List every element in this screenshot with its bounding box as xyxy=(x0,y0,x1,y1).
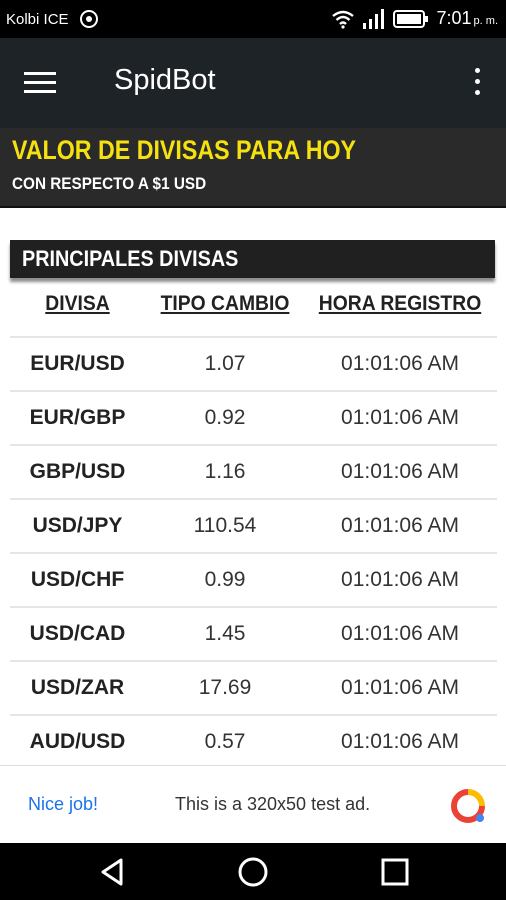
battery-icon xyxy=(392,9,428,28)
carrier-label: Kolbi ICE xyxy=(6,10,69,28)
ad-banner[interactable]: Nice job! This is a 320x50 test ad. xyxy=(0,765,506,844)
table-row: AUD/USD 0.57 01:01:06 AM xyxy=(10,714,497,770)
rate-cell: 110.54 xyxy=(193,514,257,537)
column-header-divisa: DIVISA xyxy=(45,292,110,315)
table-row: USD/CHF 0.99 01:01:06 AM xyxy=(10,552,497,606)
table-row: USD/JPY 110.54 01:01:06 AM xyxy=(10,498,497,552)
app-bar: SpidBot xyxy=(0,38,506,128)
app-title: SpidBot xyxy=(114,64,216,96)
system-nav-bar xyxy=(0,843,506,900)
clock-time: 7:01 xyxy=(436,8,472,28)
time-cell: 01:01:06 AM xyxy=(341,406,459,429)
table-row: USD/ZAR 17.69 01:01:06 AM xyxy=(10,660,497,714)
status-bar: Kolbi ICE 7:01 p. m. xyxy=(0,0,506,38)
rate-cell: 0.99 xyxy=(204,568,246,591)
pair-cell: AUD/USD xyxy=(29,730,126,753)
more-options-button[interactable] xyxy=(470,68,484,102)
time-cell: 01:01:06 AM xyxy=(341,514,459,537)
table-row: USD/CAD 1.45 01:01:06 AM xyxy=(10,606,497,660)
home-icon[interactable] xyxy=(235,855,271,889)
rate-cell: 0.57 xyxy=(204,730,246,753)
rate-cell: 1.16 xyxy=(204,460,246,483)
ad-nice-job-label: Nice job! xyxy=(28,794,99,814)
header-banner: VALOR DE DIVISAS PARA HOY CON RESPECTO A… xyxy=(0,128,506,208)
ad-text: This is a 320x50 test ad. xyxy=(175,794,371,814)
currency-table: EUR/USD 1.07 01:01:06 AM EUR/GBP 0.92 01… xyxy=(10,336,497,770)
time-cell: 01:01:06 AM xyxy=(341,460,459,483)
clock-ampm: p. m. xyxy=(473,15,498,27)
table-row: EUR/USD 1.07 01:01:06 AM xyxy=(10,336,497,390)
wifi-icon xyxy=(331,10,354,29)
pair-cell: USD/JPY xyxy=(32,514,123,537)
column-header-hora-registro: HORA REGISTRO xyxy=(318,292,482,315)
more-vert-icon xyxy=(474,68,480,73)
pair-cell: EUR/USD xyxy=(30,352,125,375)
banner-title: VALOR DE DIVISAS PARA HOY xyxy=(12,135,357,165)
pair-cell: EUR/GBP xyxy=(29,406,126,429)
time-cell: 01:01:06 AM xyxy=(341,568,459,591)
banner-subtitle: CON RESPECTO A $1 USD xyxy=(12,174,207,193)
rate-cell: 1.45 xyxy=(204,622,246,645)
time-cell: 01:01:06 AM xyxy=(341,622,459,645)
pair-cell: USD/CAD xyxy=(29,622,126,645)
time-cell: 01:01:06 AM xyxy=(341,676,459,699)
recents-icon[interactable] xyxy=(376,855,412,889)
menu-button[interactable] xyxy=(24,66,64,100)
clock: 7:01 p. m. xyxy=(437,8,499,29)
menu-icon xyxy=(24,72,56,75)
pair-cell: USD/ZAR xyxy=(30,676,125,699)
pair-cell: USD/CHF xyxy=(30,568,125,591)
section-header: PRINCIPALES DIVISAS xyxy=(10,240,495,278)
column-header-tipo-cambio: TIPO CAMBIO xyxy=(160,292,290,315)
rate-cell: 0.92 xyxy=(204,406,246,429)
rate-cell: 1.07 xyxy=(204,352,246,375)
hotspot-icon xyxy=(79,10,98,28)
status-right: 7:01 p. m. xyxy=(331,8,499,29)
time-cell: 01:01:06 AM xyxy=(341,730,459,753)
section-title: PRINCIPALES DIVISAS xyxy=(22,246,239,271)
ad-logo-icon[interactable] xyxy=(448,786,488,826)
status-left: Kolbi ICE xyxy=(6,9,99,29)
signal-icon xyxy=(362,8,384,29)
table-row: GBP/USD 1.16 01:01:06 AM xyxy=(10,444,497,498)
back-icon[interactable] xyxy=(95,855,131,889)
time-cell: 01:01:06 AM xyxy=(341,352,459,375)
rate-cell: 17.69 xyxy=(198,676,252,699)
pair-cell: GBP/USD xyxy=(29,460,126,483)
table-row: EUR/GBP 0.92 01:01:06 AM xyxy=(10,390,497,444)
